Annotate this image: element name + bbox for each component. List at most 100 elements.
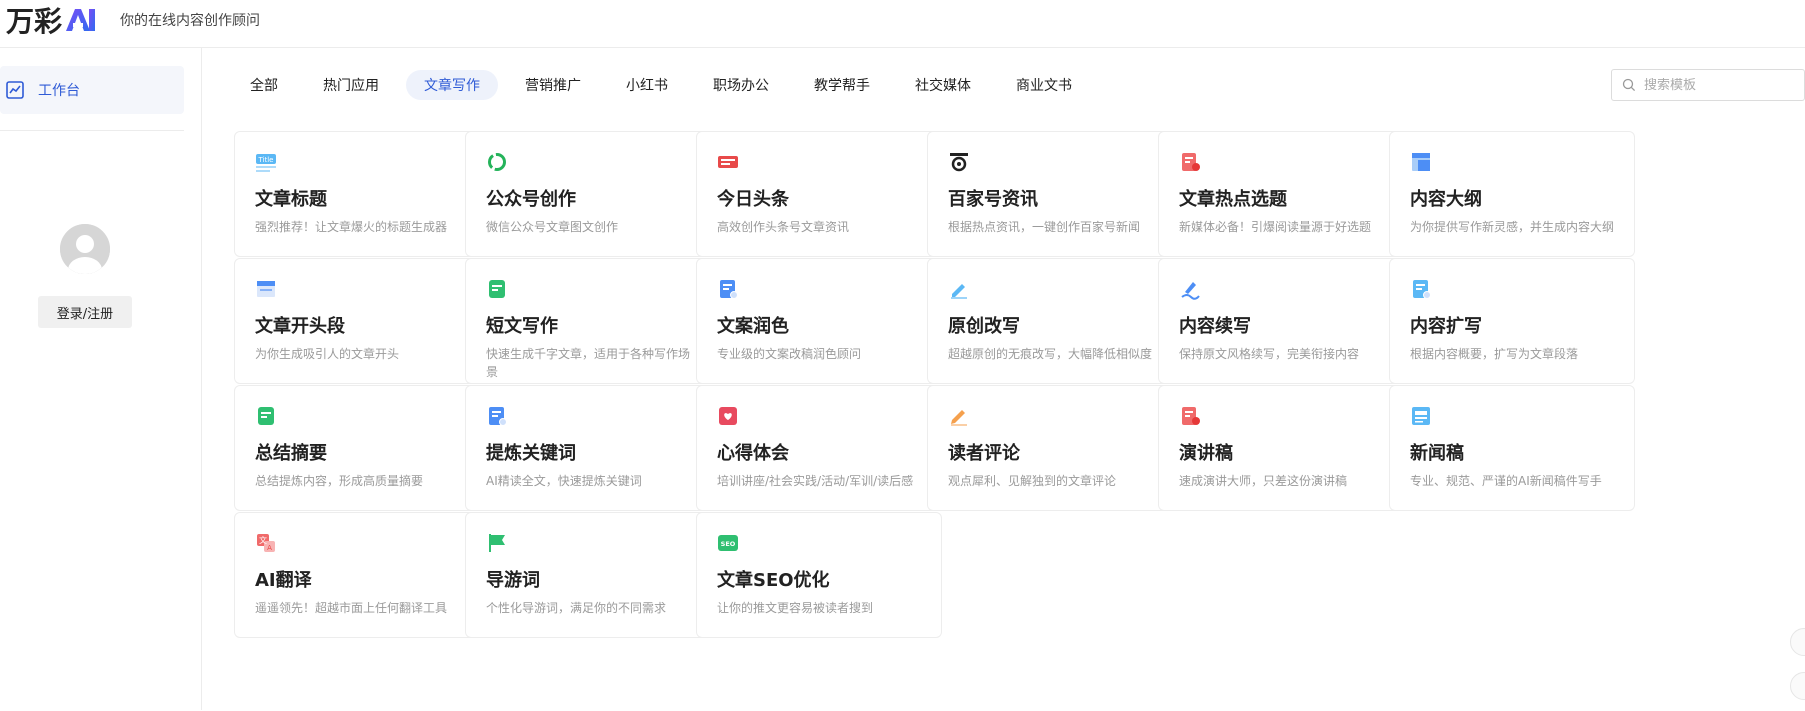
seo-icon: SEO (717, 532, 739, 554)
template-card[interactable]: 读者评论观点犀利、见解独到的文章评论 (927, 385, 1173, 511)
svg-text:SEO: SEO (721, 540, 736, 548)
template-card[interactable]: 今日头条高效创作头条号文章资讯 (696, 131, 942, 257)
tab-7[interactable]: 社交媒体 (897, 70, 989, 100)
svg-text:Title: Title (257, 156, 273, 164)
top-header: 万彩 你的在线内容创作顾问 (0, 0, 1805, 48)
rewrite-icon (948, 278, 970, 300)
card-title: 导游词 (486, 570, 540, 591)
continue-icon (1179, 278, 1201, 300)
template-card[interactable]: 导游词 个性化导游词，满足你的不同需求 (465, 512, 711, 638)
template-card-grid: Title 文章标题 强烈推荐！让文章爆火的标题生成器 公众号创作微信公众号文章图文创… (234, 131, 1805, 711)
avatar[interactable] (60, 224, 110, 274)
card-description: 超越原创的无痕改写，大幅降低相似度 (948, 347, 1153, 361)
search-input[interactable] (1644, 77, 1794, 93)
svg-text:A: A (267, 544, 272, 552)
card-description: 速成演讲大师，只差这份演讲稿 (1179, 474, 1348, 488)
card-description: 专业、规范、严谨的AI新闻稿件写手 (1410, 474, 1602, 488)
template-card[interactable]: Title 文章标题 强烈推荐！让文章爆火的标题生成器 (234, 131, 480, 257)
card-description: 让你的推文更容易被读者搜到 (717, 601, 874, 615)
logo-text: 万彩 (6, 5, 63, 38)
user-avatar-icon (60, 224, 110, 274)
card-description: 微信公众号文章图文创作 (486, 220, 619, 234)
speech-icon (1179, 405, 1201, 427)
template-card[interactable]: 新闻稿专业、规范、严谨的AI新闻稿件写手 (1389, 385, 1635, 511)
card-description: 培训讲座/社会实践/活动/军训/读后感 (717, 474, 914, 488)
hot-topic-icon (1179, 151, 1201, 173)
card-description: 根据内容概要，扩写为文章段落 (1410, 347, 1579, 361)
card-title: AI翻译 (255, 570, 312, 591)
svg-text:文: 文 (259, 535, 267, 545)
toutiao-icon (717, 151, 739, 173)
template-card[interactable]: 公众号创作微信公众号文章图文创作 (465, 131, 711, 257)
card-description: AI精读全文，快速提炼关键词 (486, 474, 642, 488)
title-icon: Title (255, 151, 277, 173)
logo[interactable]: 万彩 (6, 2, 98, 38)
tab-6[interactable]: 教学帮手 (796, 70, 888, 100)
card-description: 快速生成千字文章，适用于各种写作场景 (486, 347, 691, 379)
sidebar-item-label: 工作台 (38, 83, 80, 99)
card-description: 强烈推荐！让文章爆火的标题生成器 (255, 220, 448, 234)
tab-5[interactable]: 职场办公 (695, 70, 787, 100)
card-description: 观点犀利、见解独到的文章评论 (948, 474, 1117, 488)
sidebar-divider (0, 130, 184, 131)
card-title: 今日头条 (717, 189, 789, 210)
tab-0[interactable]: 全部 (232, 70, 296, 100)
template-card[interactable]: 文章热点选题 新媒体必备！引爆阅读量源于好选题 (1158, 131, 1404, 257)
card-title: 文章开头段 (255, 316, 345, 337)
wechat-icon (486, 151, 508, 173)
card-title: 内容续写 (1179, 316, 1251, 337)
tab-2[interactable]: 文章写作 (406, 70, 498, 100)
card-description: 专业级的文案改稿润色顾问 (717, 347, 862, 361)
flag-icon (486, 532, 508, 554)
template-card[interactable]: 内容扩写 根据内容概要，扩写为文章段落 (1389, 258, 1635, 384)
card-description: 根据热点资讯，一键创作百家号新闻 (948, 220, 1141, 234)
template-card[interactable]: 原创改写超越原创的无痕改写，大幅降低相似度 (927, 258, 1173, 384)
tab-3[interactable]: 营销推广 (507, 70, 599, 100)
template-card[interactable]: 文案润色专业级的文案改稿润色顾问 (696, 258, 942, 384)
card-title: 文章SEO优化 (717, 570, 830, 591)
template-card[interactable]: 短文写作 快速生成千字文章，适用于各种写作场景 (465, 258, 711, 384)
card-title: 百家号资讯 (948, 189, 1038, 210)
template-card[interactable]: 内容续写 保持原文风格续写，完美衔接内容 (1158, 258, 1404, 384)
login-register-button[interactable]: 登录/注册 (38, 296, 132, 328)
tab-8[interactable]: 商业文书 (998, 70, 1090, 100)
card-title: 提炼关键词 (486, 443, 576, 464)
chart-line-icon (6, 81, 24, 99)
card-title: 新闻稿 (1410, 443, 1464, 464)
template-card[interactable]: 内容大纲 为你提供写作新灵感，并生成内容大纲 (1389, 131, 1635, 257)
card-title: 原创改写 (948, 316, 1020, 337)
search-box[interactable] (1611, 69, 1805, 101)
card-title: 心得体会 (717, 443, 789, 464)
sidebar: 工作台 登录/注册 (0, 48, 202, 710)
tab-1[interactable]: 热门应用 (305, 70, 397, 100)
template-card[interactable]: 文 A AI翻译遥遥领先！超越市面上任何翻译工具 (234, 512, 480, 638)
card-description: 遥遥领先！超越市面上任何翻译工具 (255, 601, 448, 615)
template-card[interactable]: SEO 文章SEO优化让你的推文更容易被读者搜到 (696, 512, 942, 638)
card-title: 文案润色 (717, 316, 789, 337)
template-card[interactable]: 提炼关键词 AI精读全文，快速提炼关键词 (465, 385, 711, 511)
polish-icon (717, 278, 739, 300)
baijiahao-icon (948, 151, 970, 173)
card-description: 为你生成吸引人的文章开头 (255, 347, 400, 361)
pencil-icon (948, 405, 970, 427)
keyword-icon (486, 405, 508, 427)
template-card[interactable]: 文章开头段为你生成吸引人的文章开头 (234, 258, 480, 384)
card-description: 为你提供写作新灵感，并生成内容大纲 (1410, 220, 1615, 234)
opening-icon (255, 278, 277, 300)
card-title: 公众号创作 (486, 189, 576, 210)
expand-icon (1410, 278, 1432, 300)
template-card[interactable]: 演讲稿 速成演讲大师，只差这份演讲稿 (1158, 385, 1404, 511)
sidebar-item-workbench[interactable]: 工作台 (0, 66, 184, 114)
card-description: 高效创作头条号文章资讯 (717, 220, 850, 234)
tab-4[interactable]: 小红书 (608, 70, 686, 100)
card-title: 读者评论 (948, 443, 1020, 464)
template-card[interactable]: 心得体会培训讲座/社会实践/活动/军训/读后感 (696, 385, 942, 511)
summary-icon (255, 405, 277, 427)
search-icon (1622, 78, 1636, 92)
ai-logo-icon (66, 9, 96, 31)
card-description: 总结提炼内容，形成高质量摘要 (255, 474, 424, 488)
card-title: 文章热点选题 (1179, 189, 1287, 210)
translate-icon: 文A (255, 532, 277, 554)
template-card[interactable]: 总结摘要 总结提炼内容，形成高质量摘要 (234, 385, 480, 511)
template-card[interactable]: 百家号资讯根据热点资讯，一键创作百家号新闻 (927, 131, 1173, 257)
